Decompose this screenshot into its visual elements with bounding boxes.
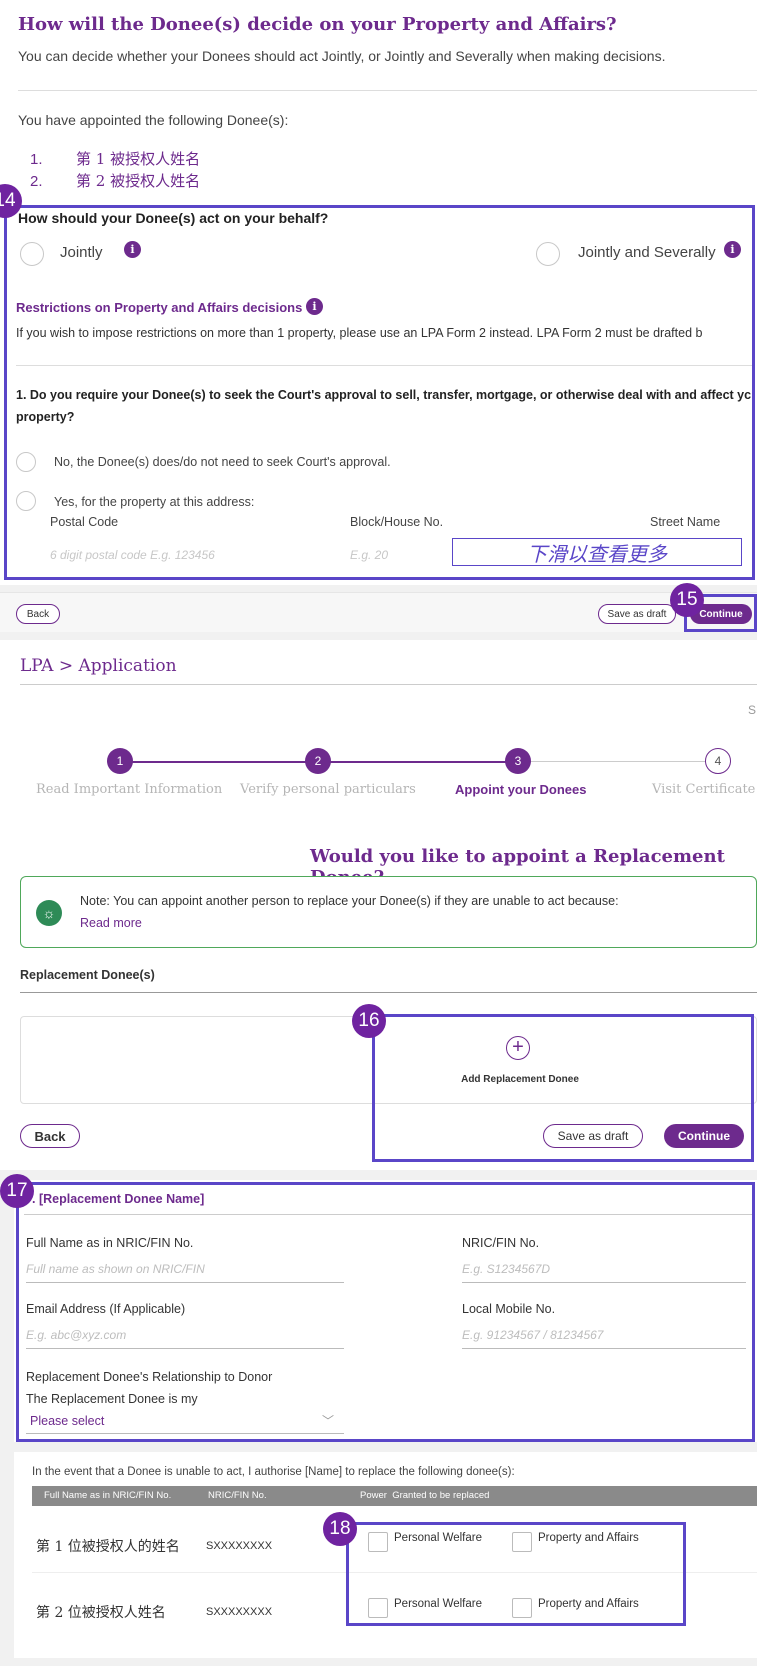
- edge-text: S: [748, 703, 757, 717]
- appointed-donees-label: You have appointed the following Donee(s…: [18, 112, 289, 128]
- step-badge-18: 18: [323, 1512, 357, 1546]
- lightbulb-icon: ☼: [36, 900, 62, 926]
- read-more-link[interactable]: Read more: [80, 916, 142, 930]
- donee-number: 1.: [30, 151, 43, 168]
- replacement-section-label: Replacement Donee(s): [20, 968, 155, 982]
- step-1-dot: 1: [107, 748, 133, 774]
- divider: [20, 684, 757, 685]
- back-button[interactable]: Back: [20, 1124, 80, 1148]
- donee-list-item: 1. 第 1 被授权人姓名: [30, 148, 200, 169]
- step-badge-17: 17: [0, 1174, 34, 1208]
- note-box: [20, 876, 757, 948]
- step-3-dot: 3: [505, 748, 531, 774]
- step-2-dot: 2: [305, 748, 331, 774]
- donee-list-item: 2. 第 2 被授权人姓名: [30, 170, 200, 191]
- table-row-nric: SXXXXXXXX: [206, 1540, 273, 1552]
- donee-number: 2.: [30, 173, 43, 190]
- step-4-dot: 4: [705, 748, 731, 774]
- highlight-box-14: [4, 205, 755, 580]
- donee-name: 第 2 被授权人姓名: [76, 172, 201, 190]
- stepper-line: [520, 761, 720, 762]
- divider: [18, 90, 757, 91]
- page-subtitle: You can decide whether your Donees shoul…: [18, 48, 666, 64]
- table-header-cell: Full Name as in NRIC/FIN No.: [44, 1490, 172, 1501]
- donee-name: 第 1 被授权人姓名: [76, 150, 201, 168]
- save-draft-button[interactable]: Save as draft: [598, 604, 676, 624]
- highlight-box-17: [16, 1182, 755, 1442]
- breadcrumb: LPA > Application: [20, 656, 177, 676]
- table-row-name: 第 2 位被授权人姓名: [36, 1605, 166, 1621]
- step-badge-16: 16: [352, 1004, 386, 1038]
- table-row-name: 第 1 位被授权人的姓名: [36, 1539, 180, 1555]
- step-4-label: Visit Certificate Is: [652, 782, 757, 797]
- note-text: Note: You can appoint another person to …: [80, 894, 619, 908]
- authorise-text: In the event that a Donee is unable to a…: [32, 1466, 515, 1478]
- back-button[interactable]: Back: [16, 604, 60, 624]
- step-badge-15: 15: [670, 583, 704, 617]
- highlight-box-16: [372, 1014, 754, 1162]
- table-row-nric: SXXXXXXXX: [206, 1606, 273, 1618]
- divider: [20, 992, 757, 993]
- table-header-cell: Power Granted to be replaced: [360, 1490, 490, 1501]
- page-title: How will the Donee(s) decide on your Pro…: [18, 14, 617, 35]
- step-2-label: Verify personal particulars: [240, 782, 416, 797]
- table-header-cell: NRIC/FIN No.: [208, 1490, 267, 1501]
- step-1-label: Read Important Information: [36, 782, 223, 797]
- step-3-label: Appoint your Donees: [455, 782, 587, 797]
- highlight-box-18: [346, 1522, 686, 1626]
